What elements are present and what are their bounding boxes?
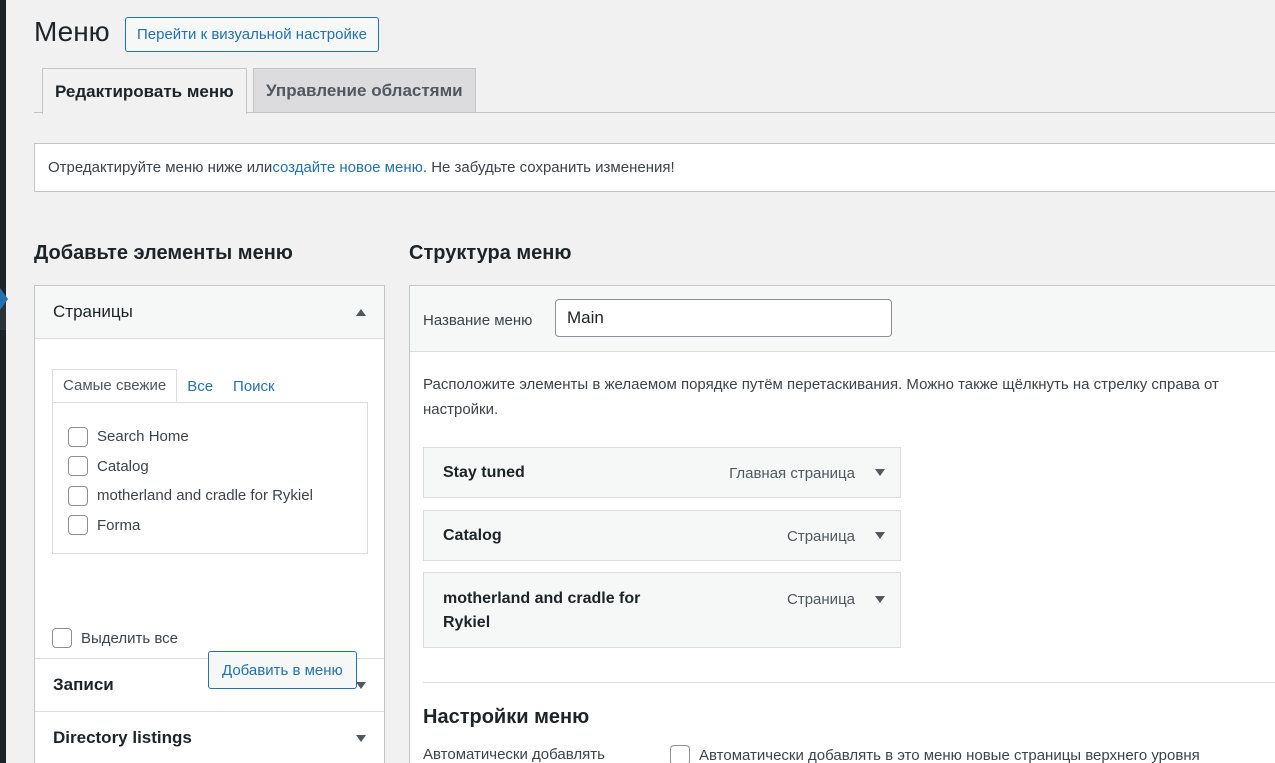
menu-item-type: Страница bbox=[787, 591, 855, 608]
auto-add-checkbox-row[interactable]: Автоматически добавлять в это меню новые… bbox=[670, 745, 1200, 763]
tab-most-recent[interactable]: Самые свежие bbox=[52, 369, 178, 402]
create-new-menu-link[interactable]: создайте новое меню bbox=[272, 159, 423, 176]
accordion-directory-listings-label: Directory listings bbox=[53, 728, 192, 747]
menu-structure-heading: Структура меню bbox=[409, 242, 572, 264]
page-checkbox-row[interactable]: motherland and cradle for Rykiel bbox=[53, 481, 367, 511]
drag-instructions-line1: Расположите элементы в желаемом порядке … bbox=[423, 376, 1219, 393]
accordion-pages-header[interactable]: Страницы bbox=[35, 286, 384, 339]
menu-item-type: Страница bbox=[787, 528, 855, 545]
menu-item-title: Stay tuned bbox=[443, 464, 525, 481]
checkbox[interactable] bbox=[68, 485, 88, 506]
menu-item-toggle-arrow-icon[interactable] bbox=[875, 596, 885, 603]
accordion-directory-listings-header[interactable]: Directory listings bbox=[35, 712, 384, 763]
notice-text-after: . Не забудьте сохранить изменения! bbox=[422, 159, 675, 176]
admin-sidebar-edge bbox=[0, 0, 6, 763]
page-label: Catalog bbox=[97, 457, 149, 475]
drag-instructions: Расположите элементы в желаемом порядке … bbox=[423, 372, 1275, 422]
auto-add-text: Автоматически добавлять в это меню новые… bbox=[699, 746, 1200, 763]
menu-item-toggle-arrow-icon[interactable] bbox=[875, 469, 885, 476]
page-label: Search Home bbox=[97, 428, 189, 446]
edit-notice: Отредактируйте меню ниже или создайте но… bbox=[34, 143, 1275, 192]
page-label: Forma bbox=[97, 516, 141, 534]
auto-add-checkbox[interactable] bbox=[670, 745, 690, 763]
menu-item-title-line1: motherland and cradle for bbox=[443, 590, 641, 607]
tab-view-all[interactable]: Все bbox=[177, 369, 223, 403]
accordion-pages-label: Страницы bbox=[53, 302, 133, 321]
menu-name-header: Название меню bbox=[410, 286, 1275, 352]
notice-text-before: Отредактируйте меню ниже или bbox=[48, 159, 273, 176]
accordion-posts-label: Записи bbox=[53, 675, 114, 694]
checkbox[interactable] bbox=[68, 515, 88, 536]
menu-settings-heading: Настройки меню bbox=[423, 706, 590, 728]
add-items-accordion: Страницы Самые свежие Все Поиск Search H… bbox=[34, 285, 385, 763]
menu-item[interactable]: motherland and cradle for Rykiel Страниц… bbox=[423, 572, 901, 648]
page-label: motherland and cradle for Rykiel bbox=[97, 487, 313, 505]
page-title: Меню bbox=[34, 16, 110, 47]
collapse-arrow-icon bbox=[356, 308, 366, 316]
menu-item-toggle-arrow-icon[interactable] bbox=[875, 532, 885, 539]
menu-name-input[interactable] bbox=[555, 299, 892, 337]
page-checkbox-row[interactable]: Search Home bbox=[53, 422, 367, 452]
menu-item-title-line2: Rykiel bbox=[443, 614, 491, 631]
auto-add-label: Автоматически добавлять bbox=[423, 746, 605, 763]
menu-item[interactable]: Stay tuned Главная страница bbox=[423, 447, 901, 498]
add-menu-items-heading: Добавьте элементы меню bbox=[34, 242, 293, 264]
drag-instructions-line2: настройки. bbox=[423, 401, 499, 418]
pages-tabs: Самые свежие Все Поиск bbox=[52, 369, 285, 403]
expand-arrow-icon bbox=[356, 734, 366, 742]
tab-search[interactable]: Поиск bbox=[223, 369, 285, 403]
tab-edit-menu[interactable]: Редактировать меню bbox=[42, 68, 247, 114]
settings-divider bbox=[423, 682, 1275, 683]
checkbox[interactable] bbox=[68, 456, 88, 477]
checkbox[interactable] bbox=[68, 426, 88, 447]
menu-management-panel: Название меню Расположите элементы в жел… bbox=[409, 285, 1275, 763]
page-checkbox-row[interactable]: Forma bbox=[53, 511, 367, 541]
accordion-pages-body: Самые свежие Все Поиск Search Home Catal… bbox=[35, 339, 384, 689]
menu-name-label: Название меню bbox=[423, 312, 533, 329]
visual-customizer-button[interactable]: Перейти к визуальной настройке bbox=[125, 17, 379, 52]
pages-checklist: Search Home Catalog motherland and cradl… bbox=[52, 402, 368, 554]
select-all-checkbox-row[interactable]: Выделить все bbox=[52, 628, 178, 648]
select-all-checkbox[interactable] bbox=[52, 628, 72, 648]
select-all-label: Выделить все bbox=[81, 629, 179, 647]
menu-item-title: motherland and cradle for Rykiel bbox=[443, 587, 640, 635]
page-checkbox-row[interactable]: Catalog bbox=[53, 452, 367, 482]
add-to-menu-button[interactable]: Добавить в меню bbox=[208, 651, 357, 689]
active-menu-arrow-icon bbox=[0, 288, 8, 310]
tab-manage-locations[interactable]: Управление областями bbox=[253, 68, 476, 113]
menu-item[interactable]: Catalog Страница bbox=[423, 510, 901, 561]
menu-item-title: Catalog bbox=[443, 527, 502, 544]
expand-arrow-icon bbox=[356, 681, 366, 689]
menu-item-type: Главная страница bbox=[729, 465, 855, 482]
